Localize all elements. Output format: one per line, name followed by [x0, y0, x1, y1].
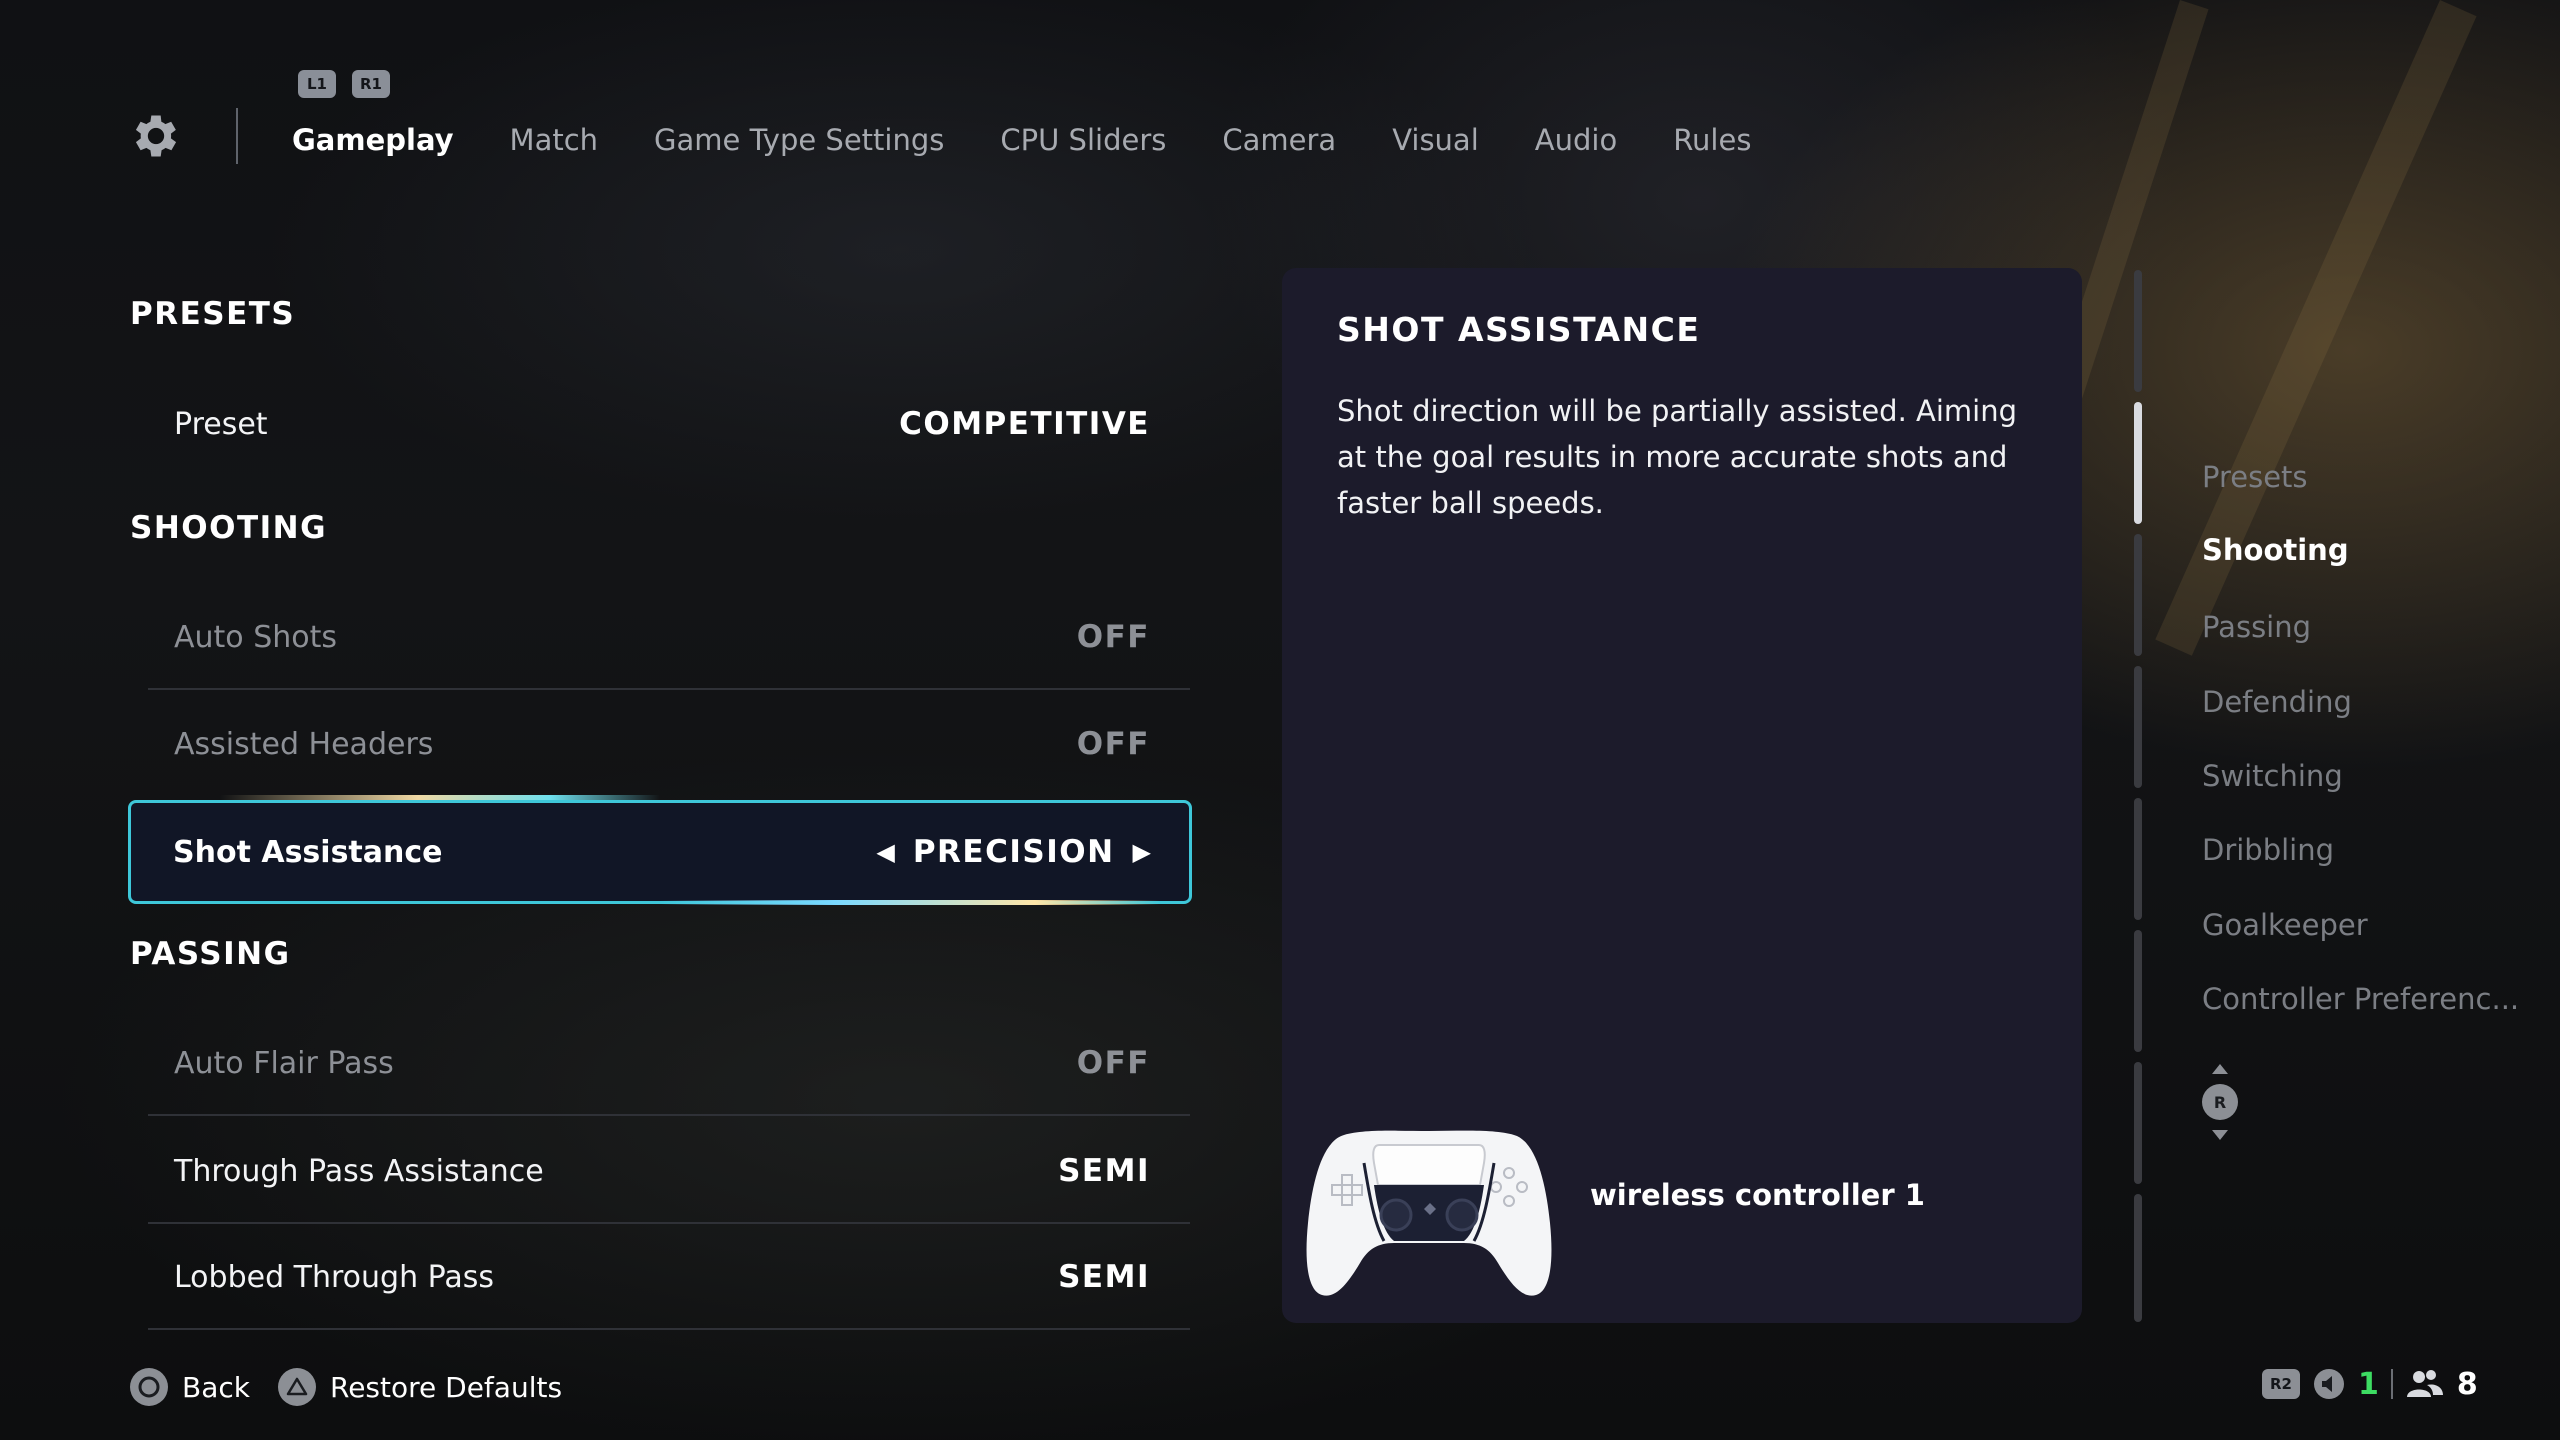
tab-game-type-settings[interactable]: Game Type Settings: [654, 110, 944, 170]
section-scrollbar[interactable]: [2134, 270, 2142, 1322]
setting-row-auto-shots[interactable]: Auto Shots OFF: [148, 586, 1190, 690]
controller-label: wireless controller 1: [1590, 1178, 1925, 1212]
r2-trigger-hint: R2: [2262, 1369, 2300, 1399]
setting-value: COMPETITIVE: [899, 406, 1150, 442]
panel-title: SHOT ASSISTANCE: [1337, 310, 1701, 349]
selection-glow: [220, 795, 660, 800]
section-title-passing: PASSING: [130, 936, 291, 972]
tab-gameplay[interactable]: Gameplay: [292, 110, 454, 170]
section-title-presets: PRESETS: [130, 296, 296, 332]
jump-item-switching[interactable]: Switching: [2202, 759, 2343, 793]
scrollbar-segment: [2134, 270, 2142, 392]
selection-glow: [660, 900, 1160, 905]
scrollbar-segment: [2134, 666, 2142, 788]
setting-label: Preset: [174, 406, 268, 442]
nav-divider: [236, 108, 238, 164]
arrow-right-icon[interactable]: ▶: [1133, 838, 1151, 866]
section-title-shooting: SHOOTING: [130, 510, 328, 546]
jump-item-shooting[interactable]: Shooting: [2202, 533, 2349, 567]
restore-defaults-label: Restore Defaults: [330, 1370, 563, 1404]
setting-row-preset[interactable]: Preset COMPETITIVE: [148, 372, 1190, 476]
setting-label: Lobbed Through Pass: [174, 1259, 495, 1295]
setting-row-assisted-headers[interactable]: Assisted Headers OFF: [148, 692, 1190, 796]
scrollbar-segment: [2134, 930, 2142, 1052]
setting-row-lobbed-through-pass[interactable]: Lobbed Through Pass SEMI: [148, 1226, 1190, 1330]
panel-description: Shot direction will be partially assiste…: [1337, 394, 2017, 520]
setting-label: Assisted Headers: [174, 726, 434, 762]
right-stick-icon: R: [2202, 1064, 2238, 1140]
arrow-left-icon[interactable]: ◀: [876, 838, 894, 866]
setting-value: OFF: [1076, 619, 1150, 655]
voice-count: 1: [2358, 1366, 2379, 1402]
back-button[interactable]: Back: [130, 1368, 250, 1406]
jump-item-controller-preferences[interactable]: Controller Preferenc...: [2202, 982, 2519, 1016]
setting-label: Auto Flair Pass: [174, 1045, 394, 1081]
voice-chat-icon: [2314, 1369, 2344, 1399]
tab-cpu-sliders[interactable]: CPU Sliders: [1000, 110, 1166, 170]
tab-rules[interactable]: Rules: [1673, 110, 1751, 170]
scrollbar-segment: [2134, 534, 2142, 656]
scrollbar-segment: [2134, 1062, 2142, 1184]
l1-bumper-hint: L1: [298, 70, 336, 98]
scrollbar-segment: [2134, 798, 2142, 920]
players-icon: [2406, 1370, 2443, 1397]
tab-match[interactable]: Match: [510, 110, 599, 170]
status-divider: [2390, 1369, 2393, 1399]
dualsense-controller-icon: [1306, 1130, 1552, 1296]
setting-row-through-pass-assistance[interactable]: Through Pass Assistance SEMI: [148, 1120, 1190, 1224]
jump-item-presets[interactable]: Presets: [2202, 460, 2308, 494]
setting-row-shot-assistance[interactable]: Shot Assistance ◀ PRECISION ▶: [128, 800, 1192, 904]
setting-label: Through Pass Assistance: [174, 1153, 544, 1189]
right-stick-label: R: [2214, 1093, 2226, 1112]
value-selector: ◀ PRECISION ▶: [876, 834, 1151, 870]
description-panel: SHOT ASSISTANCE Shot direction will be p…: [1282, 268, 2082, 1323]
tab-visual[interactable]: Visual: [1392, 110, 1479, 170]
settings-tabs: Gameplay Match Game Type Settings CPU Sl…: [292, 110, 1782, 170]
setting-value: OFF: [1076, 1045, 1150, 1081]
scrollbar-thumb[interactable]: [2134, 402, 2142, 524]
jump-item-passing[interactable]: Passing: [2202, 610, 2311, 644]
setting-value: SEMI: [1058, 1259, 1150, 1295]
setting-row-auto-flair-pass[interactable]: Auto Flair Pass OFF: [148, 1012, 1190, 1116]
players-count: 8: [2456, 1366, 2478, 1402]
tab-audio[interactable]: Audio: [1535, 110, 1617, 170]
scrollbar-segment: [2134, 1194, 2142, 1322]
jump-item-goalkeeper[interactable]: Goalkeeper: [2202, 908, 2368, 942]
tab-camera[interactable]: Camera: [1222, 110, 1336, 170]
circle-button-icon: [130, 1368, 168, 1406]
setting-label: Auto Shots: [174, 619, 337, 655]
setting-value: OFF: [1076, 726, 1150, 762]
triangle-button-icon: [278, 1368, 316, 1406]
setting-value: SEMI: [1058, 1153, 1150, 1189]
setting-value: PRECISION: [912, 834, 1115, 870]
setting-label: Shot Assistance: [173, 834, 443, 870]
r1-bumper-hint: R1: [352, 70, 390, 98]
jump-item-dribbling[interactable]: Dribbling: [2202, 833, 2334, 867]
gear-icon[interactable]: [128, 108, 184, 164]
restore-defaults-button[interactable]: Restore Defaults: [278, 1368, 562, 1406]
jump-item-defending[interactable]: Defending: [2202, 685, 2352, 719]
status-bar: R2 1 8: [2262, 1362, 2478, 1406]
back-label: Back: [182, 1370, 250, 1404]
